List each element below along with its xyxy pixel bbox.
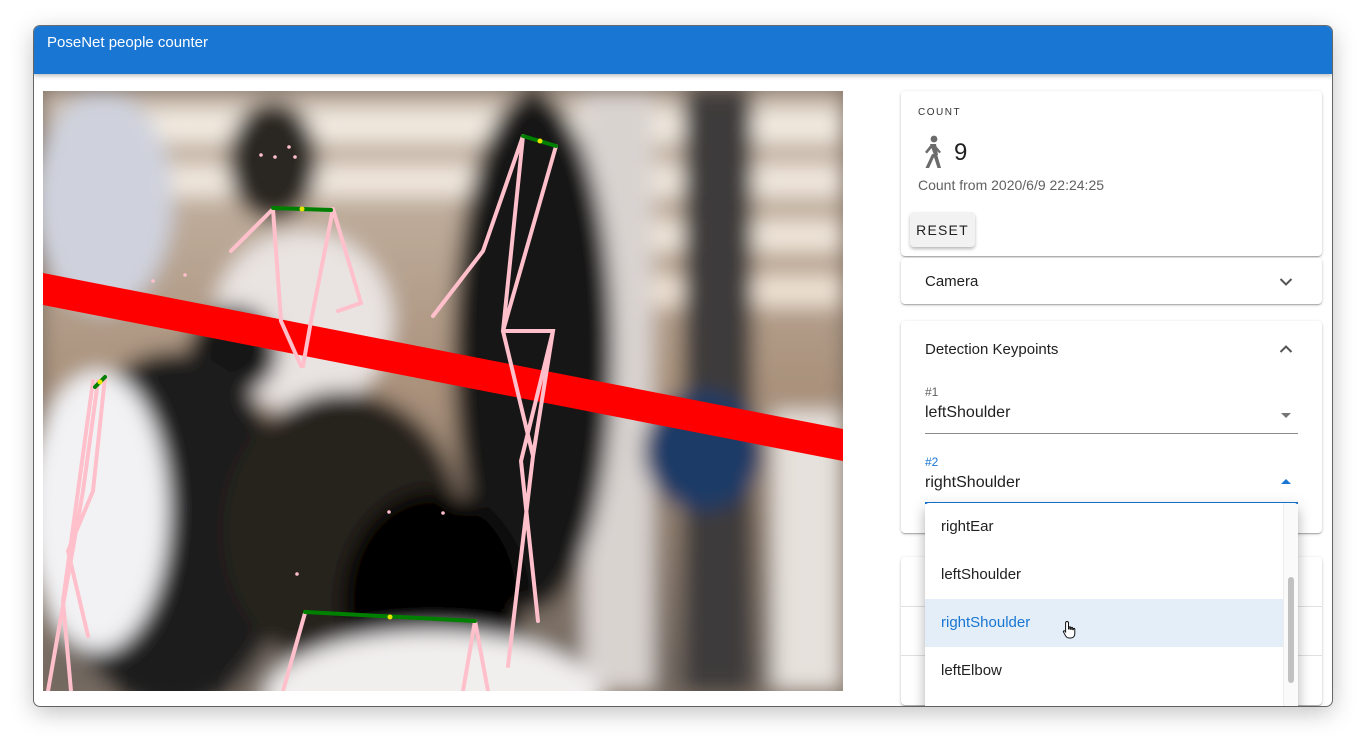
hand-pointer-cursor-icon (1062, 620, 1076, 639)
menu-item-rightEar[interactable]: rightEar (925, 503, 1283, 551)
menu-item-label: leftElbow (941, 662, 1002, 679)
app-window: PoseNet people counter COUNT 9 Count fro… (34, 26, 1332, 706)
menu-scrollbar-thumb[interactable] (1288, 577, 1294, 683)
detection-keypoints-accordion: Detection Keypoints #1 leftShoulder #2 r… (901, 321, 1322, 533)
dropdown-arrow-icon[interactable] (1281, 413, 1291, 418)
app-title: PoseNet people counter (47, 34, 208, 51)
menu-item-label: leftShoulder (941, 566, 1022, 583)
app-bar: PoseNet people counter (34, 26, 1332, 74)
keypoint-select-1-value[interactable]: leftShoulder (925, 404, 1010, 422)
detection-keypoints-title: Detection Keypoints (925, 341, 1059, 358)
camera-accordion[interactable]: Camera (901, 258, 1322, 304)
camera-video-feed (43, 91, 843, 691)
camera-accordion-title: Camera (925, 273, 979, 290)
menu-item-rightShoulder[interactable]: rightShoulder (925, 599, 1283, 647)
keypoint-select-2-value[interactable]: rightShoulder (925, 474, 1020, 492)
menu-item-leftElbow[interactable]: leftElbow (925, 647, 1283, 695)
count-card: COUNT 9 Count from 2020/6/9 22:24:25 RES… (901, 91, 1322, 256)
keypoint-select-1-label: #1 (925, 385, 939, 399)
count-value: 9 (954, 139, 968, 166)
keypoint-select-1-underline (925, 433, 1298, 434)
reset-button[interactable]: RESET (910, 212, 975, 247)
menu-item-label: rightShoulder (941, 614, 1031, 631)
keypoint-select-2-label: #2 (925, 455, 939, 469)
menu-item-label: rightEar (941, 518, 994, 535)
camera-scene (43, 91, 843, 691)
chevron-down-icon[interactable] (1279, 277, 1293, 287)
keypoint-dropdown-menu: rightEar leftShoulder rightShoulder left… (925, 503, 1298, 706)
pose-overlay (43, 91, 843, 691)
walking-person-icon (925, 135, 941, 168)
menu-scrollbar[interactable] (1283, 503, 1298, 706)
count-from-text: Count from 2020/6/9 22:24:25 (918, 177, 1105, 193)
dropdown-arrow-up-icon[interactable] (1281, 479, 1291, 484)
count-overline: COUNT (918, 107, 962, 118)
chevron-up-icon[interactable] (1279, 344, 1293, 354)
menu-item-leftShoulder[interactable]: leftShoulder (925, 551, 1283, 599)
